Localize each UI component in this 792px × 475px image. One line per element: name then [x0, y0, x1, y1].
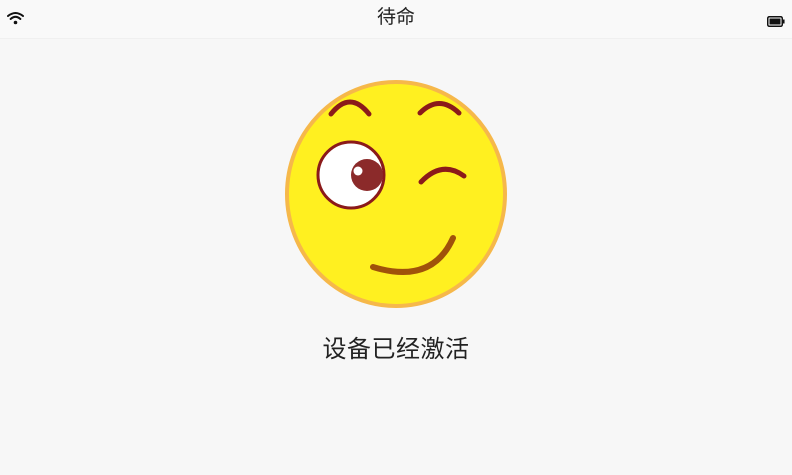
winking-face-icon: [284, 80, 510, 310]
activation-message: 设备已经激活: [322, 335, 470, 363]
battery-icon: [767, 12, 785, 27]
page-title: 待命: [376, 6, 415, 28]
status-bar: 待命: [0, 0, 792, 39]
